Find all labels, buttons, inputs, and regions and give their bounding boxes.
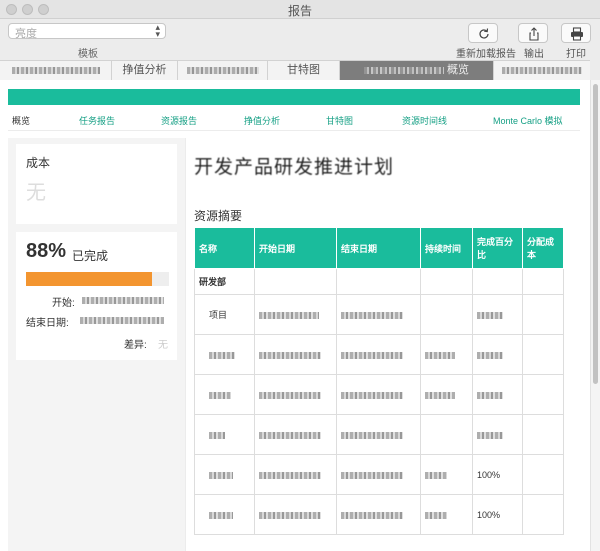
- reload-icon: [479, 28, 489, 39]
- report-title: 开发产品研发推进计划: [194, 157, 395, 178]
- printer-icon: [571, 27, 583, 41]
- tab-obscured-1[interactable]: [0, 61, 112, 80]
- row-percent: 100%: [472, 454, 523, 495]
- table-group-row: 研发部: [194, 268, 564, 295]
- table-row[interactable]: [194, 334, 564, 375]
- nav-gantt[interactable]: 甘特图: [326, 114, 353, 127]
- toolbar: 亮度 ▴ ▾ 模板 重新加载报告 输出 打印: [0, 19, 600, 60]
- cost-title: 成本: [26, 156, 51, 170]
- row-name: 项目: [194, 294, 255, 335]
- table-row[interactable]: [194, 414, 564, 455]
- export-label: 输出: [524, 49, 544, 60]
- reload-report-button[interactable]: [468, 23, 498, 43]
- print-label: 打印: [566, 49, 586, 60]
- template-caption: 模板: [78, 49, 98, 60]
- template-select[interactable]: 亮度 ▴ ▾: [8, 22, 166, 40]
- nav-resource-report[interactable]: 资源报告: [161, 114, 197, 127]
- group-name: 研发部: [194, 268, 255, 295]
- table-row[interactable]: [194, 374, 564, 415]
- chevron-updown-icon: ▴ ▾: [155, 22, 160, 39]
- cost-value: 无: [26, 182, 46, 204]
- col-start-date[interactable]: 开始日期: [254, 227, 337, 269]
- percent-complete: 88%: [26, 240, 67, 262]
- col-percent-complete[interactable]: 完成百分比: [472, 227, 523, 269]
- row-percent: 100%: [472, 494, 523, 535]
- template-select-value: 亮度: [15, 28, 37, 40]
- report-nav: 概览 任务报告 资源报告 挣值分析 甘特图 资源时间线 Monte Carlo …: [0, 114, 590, 128]
- nav-earned-value[interactable]: 挣值分析: [244, 114, 280, 127]
- start-label: 开始:: [52, 298, 75, 309]
- progress-bar: [26, 272, 169, 286]
- tab-gantt[interactable]: 甘特图: [268, 61, 340, 80]
- start-date-obscured: [82, 297, 164, 304]
- progress-bar-fill: [26, 272, 152, 286]
- report-header-band: [8, 89, 580, 105]
- window-title: 报告: [287, 4, 312, 18]
- cost-card: 成本 无: [16, 144, 177, 224]
- end-date-obscured: [80, 317, 164, 324]
- summary-sidebar: 成本 无 88% 已完成 开始: 结束日期: 差异: 无: [8, 138, 185, 551]
- report-page: 概览 任务报告 资源报告 挣值分析 甘特图 资源时间线 Monte Carlo …: [0, 80, 590, 551]
- nav-overview[interactable]: 概览: [12, 114, 30, 127]
- nav-resource-timeline[interactable]: 资源时间线: [402, 114, 447, 127]
- col-end-date[interactable]: 结束日期: [336, 227, 421, 269]
- window-titlebar: 报告: [0, 0, 600, 19]
- tab-earned-value[interactable]: 挣值分析: [112, 61, 178, 80]
- col-assigned-cost[interactable]: 分配成本: [522, 227, 564, 269]
- page-scrollbar[interactable]: [590, 80, 600, 551]
- print-button[interactable]: [561, 23, 591, 43]
- variance-label: 差异:: [124, 340, 147, 351]
- percent-complete-label: 已完成: [72, 249, 109, 263]
- resource-summary-table: 名称 开始日期 结束日期 持续时间 完成百分比 分配成本 研发部 项目 100%…: [194, 227, 564, 535]
- tab-overview-obscured: [363, 66, 444, 74]
- tab-obscured-2[interactable]: [178, 61, 268, 80]
- report-content: 开发产品研发推进计划 资源摘要 名称 开始日期 结束日期 持续时间 完成百分比 …: [186, 138, 582, 551]
- table-header-row: 名称 开始日期 结束日期 持续时间 完成百分比 分配成本: [194, 227, 564, 269]
- variance-value: 无: [158, 340, 168, 351]
- report-tab-strip: 挣值分析 甘特图 概览: [0, 60, 590, 81]
- reload-report-label: 重新加载报告: [456, 49, 516, 60]
- tab-overview[interactable]: 概览: [340, 61, 494, 80]
- nav-monte-carlo[interactable]: Monte Carlo 模拟: [493, 114, 563, 127]
- progress-card: 88% 已完成 开始: 结束日期: 差异: 无: [16, 232, 177, 360]
- tab-gantt-label: 甘特图: [287, 64, 320, 76]
- table-row[interactable]: 项目: [194, 294, 564, 335]
- tab-obscured-3[interactable]: [494, 61, 590, 80]
- col-duration[interactable]: 持续时间: [420, 227, 473, 269]
- nav-task-report[interactable]: 任务报告: [79, 114, 115, 127]
- col-name[interactable]: 名称: [194, 227, 255, 269]
- end-date-label: 结束日期:: [26, 318, 69, 329]
- tab-overview-label: 概览: [447, 64, 470, 76]
- table-row[interactable]: 100%: [194, 494, 564, 535]
- resource-summary-heading: 资源摘要: [194, 209, 243, 223]
- nav-divider: [8, 130, 580, 131]
- export-button[interactable]: [518, 23, 548, 43]
- share-export-icon: [529, 27, 539, 41]
- scrollbar-thumb[interactable]: [593, 84, 598, 384]
- table-row[interactable]: 100%: [194, 454, 564, 495]
